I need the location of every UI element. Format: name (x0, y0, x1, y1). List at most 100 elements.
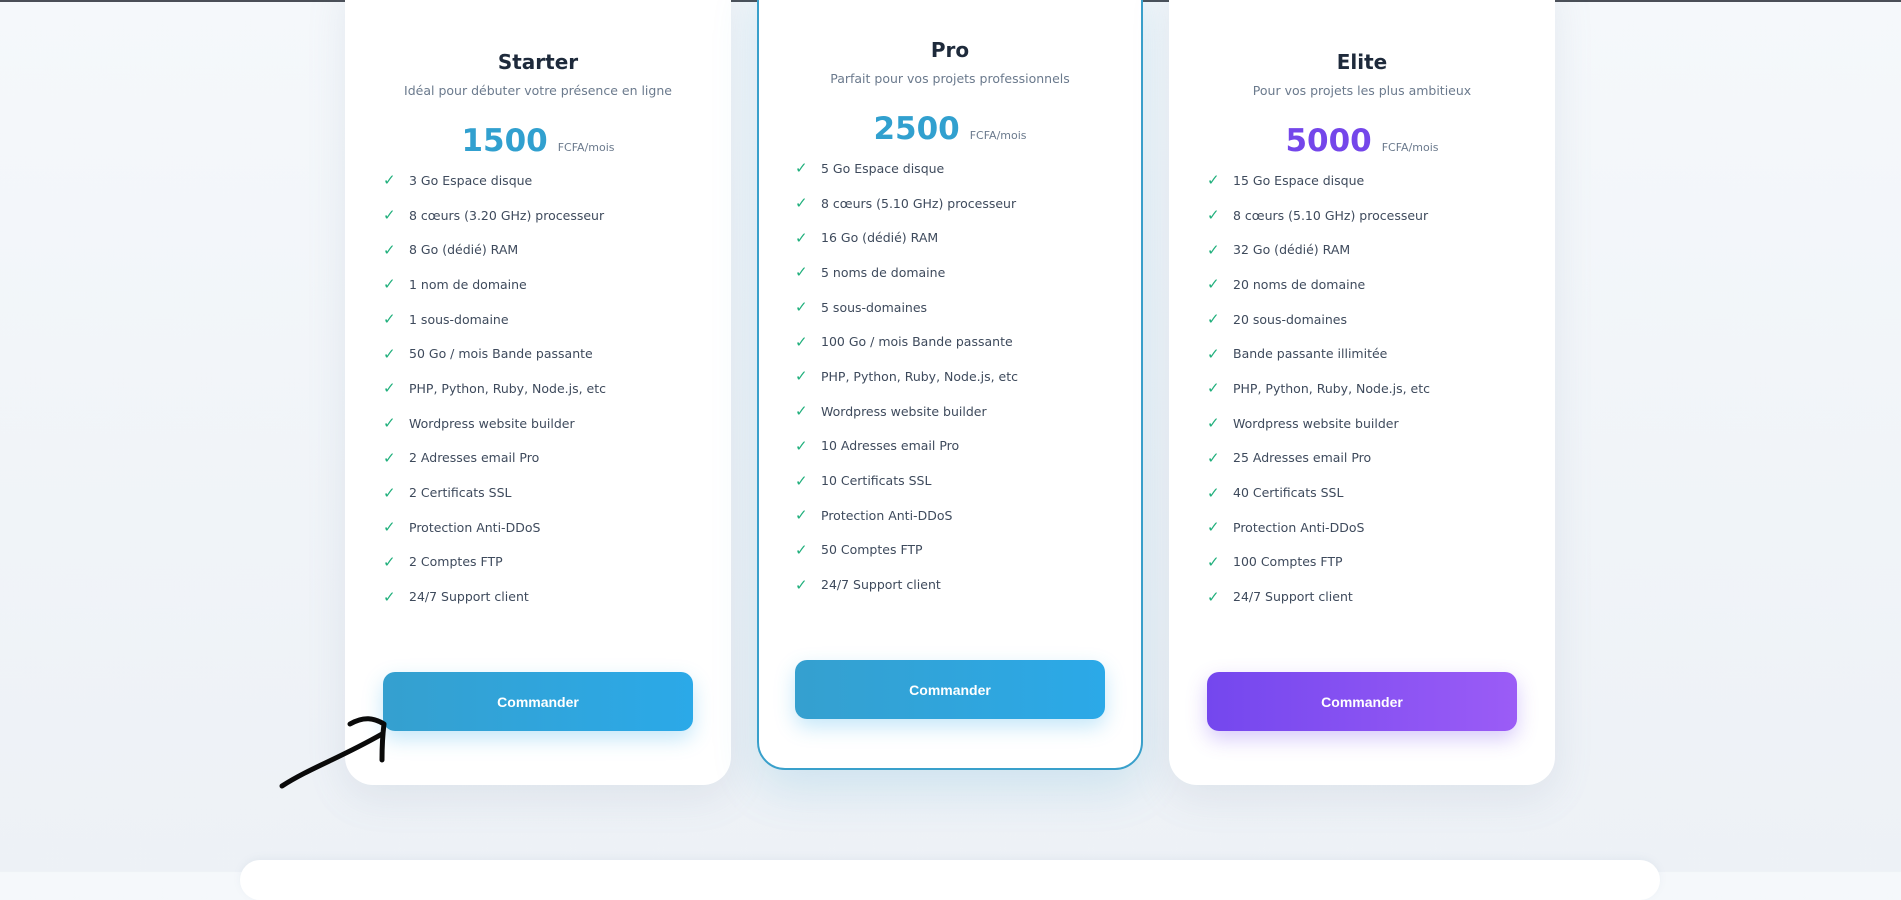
feature-label: 5 noms de domaine (821, 264, 946, 280)
check-icon: ✓ (795, 575, 808, 594)
check-icon: ✓ (383, 552, 396, 571)
feature-label: 2 Adresses email Pro (409, 450, 540, 466)
feature-label: 24/7 Support client (1233, 589, 1353, 605)
check-icon: ✓ (795, 540, 808, 559)
feature-list: ✓ 5 Go Espace disque ✓ 8 cœurs (5.10 GHz) … (795, 151, 1018, 602)
feature-label: 100 Comptes FTP (1233, 554, 1343, 570)
check-icon: ✓ (795, 436, 808, 455)
feature-item: ✓ Protection Anti-DDoS (383, 510, 606, 545)
plan-name: Elite (1336, 50, 1388, 74)
feature-item: ✓ 25 Adresses email Pro (1207, 441, 1430, 476)
feature-label: 50 Go / mois Bande passante (409, 346, 593, 362)
feature-label: 16 Go (dédié) RAM (821, 230, 939, 246)
feature-item: ✓ 8 Go (dédié) RAM (383, 232, 606, 267)
check-icon: ✓ (383, 310, 396, 329)
check-icon: ✓ (795, 159, 808, 178)
price-period: FCFA/mois (969, 129, 1027, 142)
feature-item: ✓ 5 sous-domaines (795, 290, 1018, 325)
plan-description: Parfait pour vos projets professionnels (830, 71, 1070, 86)
feature-label: 10 Certificats SSL (821, 473, 932, 489)
order-button-elite[interactable]: Commander (1207, 672, 1517, 731)
pricing-card-starter: Starter Idéal pour débuter votre présenc… (345, 0, 731, 785)
feature-item: ✓ 20 sous-domaines (1207, 302, 1430, 337)
check-icon: ✓ (1207, 552, 1220, 571)
feature-label: 5 Go Espace disque (821, 160, 945, 176)
check-icon: ✓ (383, 587, 396, 606)
pricing-card-elite: Elite Pour vos projets les plus ambitieu… (1169, 0, 1555, 785)
check-icon: ✓ (383, 518, 396, 537)
feature-label: 50 Comptes FTP (821, 542, 923, 558)
feature-item: ✓ 100 Go / mois Bande passante (795, 324, 1018, 359)
feature-label: 1 nom de domaine (409, 276, 527, 292)
feature-label: 10 Adresses email Pro (821, 438, 960, 454)
pricing-card-pro: Pro Parfait pour vos projets professionn… (757, 0, 1143, 770)
feature-label: 20 sous-domaines (1233, 311, 1348, 327)
plan-price: 5000 (1285, 123, 1372, 159)
plan-name: Pro (930, 38, 970, 62)
check-icon: ✓ (1207, 275, 1220, 294)
check-icon: ✓ (795, 228, 808, 247)
check-icon: ✓ (383, 414, 396, 433)
feature-list: ✓ 15 Go Espace disque ✓ 8 cœurs (5.10 GHz)… (1207, 163, 1430, 614)
feature-label: PHP, Python, Ruby, Node.js, etc (821, 368, 1019, 384)
feature-label: Wordpress website builder (821, 403, 987, 419)
check-icon: ✓ (1207, 310, 1220, 329)
feature-item: ✓ 100 Comptes FTP (1207, 545, 1430, 580)
price-period: FCFA/mois (557, 141, 615, 154)
feature-label: 40 Certificats SSL (1233, 485, 1344, 501)
feature-item: ✓ 5 noms de domaine (795, 255, 1018, 290)
feature-item: ✓ 24/7 Support client (1207, 579, 1430, 614)
feature-label: Protection Anti-DDoS (821, 507, 953, 523)
feature-label: PHP, Python, Ruby, Node.js, etc (1233, 380, 1431, 396)
check-icon: ✓ (1207, 206, 1220, 225)
feature-item: ✓ 8 cœurs (5.10 GHz) processeur (795, 186, 1018, 221)
feature-item: ✓ 32 Go (dédié) RAM (1207, 232, 1430, 267)
check-icon: ✓ (1207, 240, 1220, 259)
feature-label: 1 sous-domaine (409, 311, 509, 327)
check-icon: ✓ (795, 402, 808, 421)
price-row: 5000 FCFA/mois (1169, 123, 1555, 159)
feature-item: ✓ 24/7 Support client (383, 579, 606, 614)
check-icon: ✓ (1207, 587, 1220, 606)
feature-label: Bande passante illimitée (1233, 346, 1388, 362)
check-icon: ✓ (383, 206, 396, 225)
feature-item: ✓ 50 Go / mois Bande passante (383, 336, 606, 371)
feature-item: ✓ Bande passante illimitée (1207, 336, 1430, 371)
feature-item: ✓ 16 Go (dédié) RAM (795, 220, 1018, 255)
feature-label: 8 cœurs (3.20 GHz) processeur (409, 207, 605, 223)
feature-item: ✓ 8 cœurs (5.10 GHz) processeur (1207, 198, 1430, 233)
check-icon: ✓ (1207, 171, 1220, 190)
next-section-panel (240, 860, 1660, 900)
check-icon: ✓ (1207, 414, 1220, 433)
feature-label: PHP, Python, Ruby, Node.js, etc (409, 380, 607, 396)
feature-label: 8 cœurs (5.10 GHz) processeur (821, 195, 1017, 211)
feature-label: Wordpress website builder (1233, 415, 1399, 431)
order-button-pro[interactable]: Commander (795, 660, 1105, 719)
order-button-starter[interactable]: Commander (383, 672, 693, 731)
feature-label: 25 Adresses email Pro (1233, 450, 1372, 466)
feature-label: 100 Go / mois Bande passante (821, 334, 1013, 350)
feature-item: ✓ 15 Go Espace disque (1207, 163, 1430, 198)
feature-label: 3 Go Espace disque (409, 172, 533, 188)
feature-item: ✓ Protection Anti-DDoS (1207, 510, 1430, 545)
check-icon: ✓ (795, 298, 808, 317)
check-icon: ✓ (795, 367, 808, 386)
feature-label: 32 Go (dédié) RAM (1233, 242, 1351, 258)
feature-label: 24/7 Support client (409, 589, 529, 605)
feature-label: Wordpress website builder (409, 415, 575, 431)
check-icon: ✓ (383, 483, 396, 502)
check-icon: ✓ (1207, 379, 1220, 398)
plan-name: Starter (497, 50, 579, 74)
feature-list: ✓ 3 Go Espace disque ✓ 8 cœurs (3.20 GHz) … (383, 163, 606, 614)
feature-label: 15 Go Espace disque (1233, 172, 1365, 188)
feature-label: 5 sous-domaines (821, 299, 928, 315)
check-icon: ✓ (383, 379, 396, 398)
feature-item: ✓ PHP, Python, Ruby, Node.js, etc (383, 371, 606, 406)
feature-item: ✓ 40 Certificats SSL (1207, 475, 1430, 510)
plan-price: 2500 (873, 111, 960, 147)
feature-label: 24/7 Support client (821, 577, 941, 593)
feature-item: ✓ 1 sous-domaine (383, 302, 606, 337)
feature-label: 8 cœurs (5.10 GHz) processeur (1233, 207, 1429, 223)
check-icon: ✓ (383, 240, 396, 259)
feature-item: ✓ 24/7 Support client (795, 567, 1018, 602)
